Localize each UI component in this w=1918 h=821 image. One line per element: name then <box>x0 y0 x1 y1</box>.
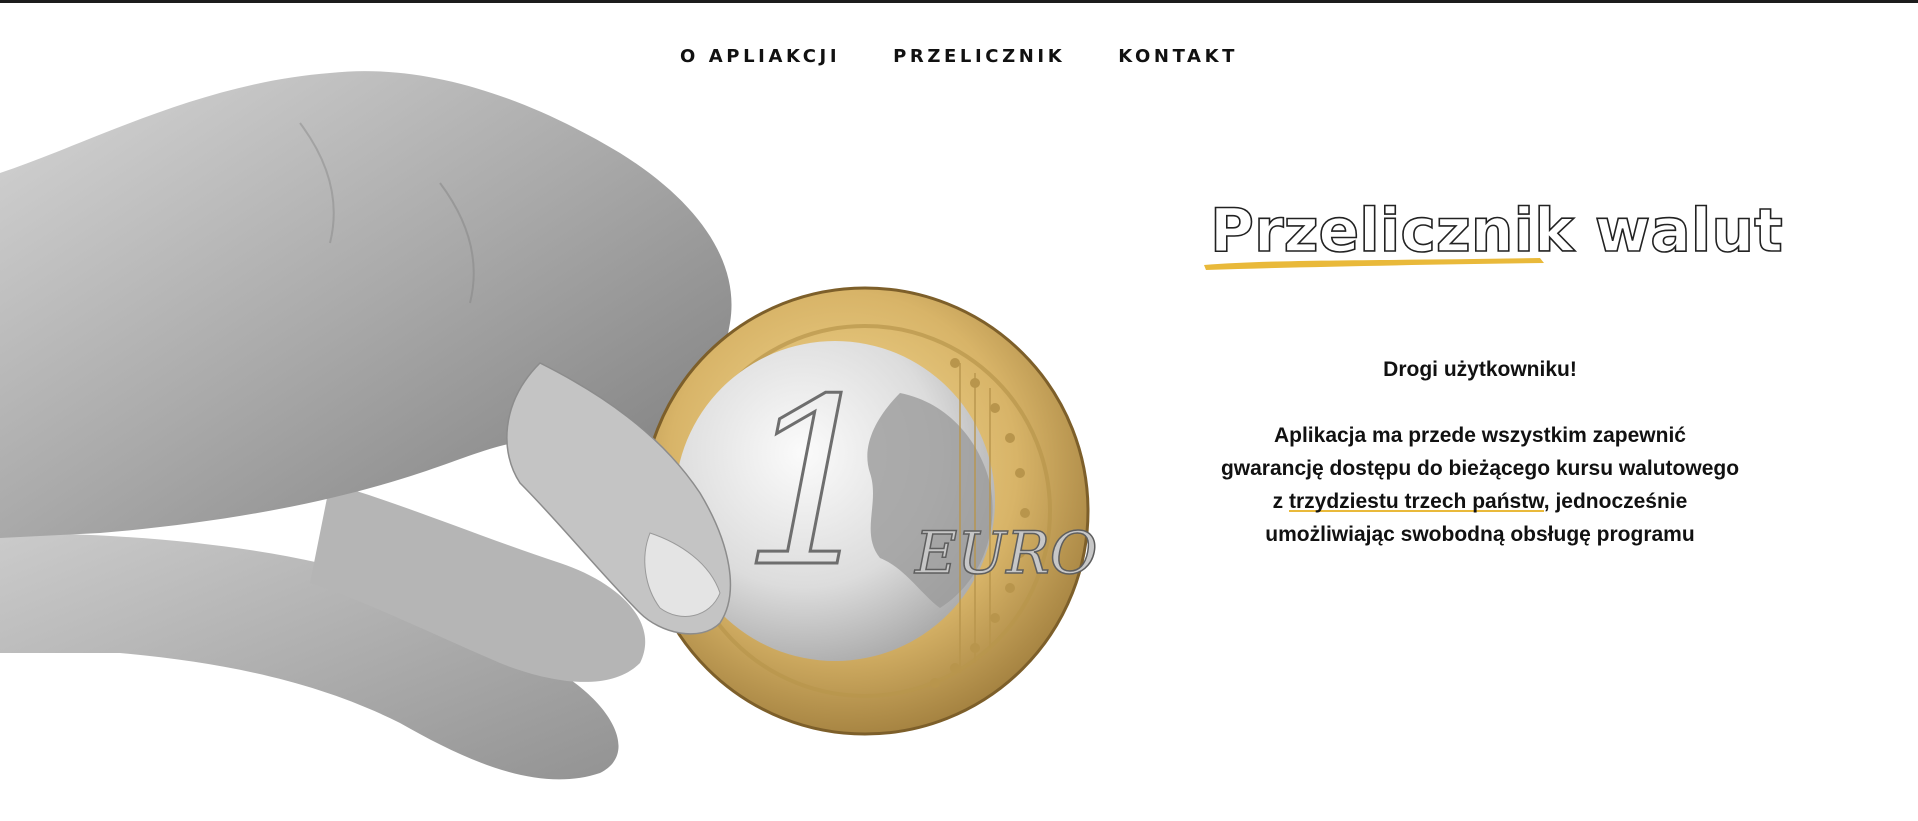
svg-text:EURO: EURO <box>914 519 1097 587</box>
intro-text: Drogi użytkowniku! Aplikacja ma przede w… <box>1220 353 1740 551</box>
svg-text:1: 1 <box>740 351 886 618</box>
page: O APLIAKCJI PRZELICZNIK KONTAKT 1 EURO P… <box>0 0 1918 821</box>
intro-paragraph: Aplikacja ma przede wszystkim zapewnić g… <box>1220 419 1740 551</box>
title-underline-decoration <box>1204 258 1544 270</box>
nav-item-kontakt[interactable]: KONTAKT <box>1118 46 1238 67</box>
hand-coin-image: 1 EURO <box>0 71 1098 780</box>
hero-title: Przelicznik walut <box>1204 195 1784 285</box>
greeting: Drogi użytkowniku! <box>1383 358 1577 381</box>
intro-highlight: trzydziestu trzech państw <box>1289 490 1544 513</box>
